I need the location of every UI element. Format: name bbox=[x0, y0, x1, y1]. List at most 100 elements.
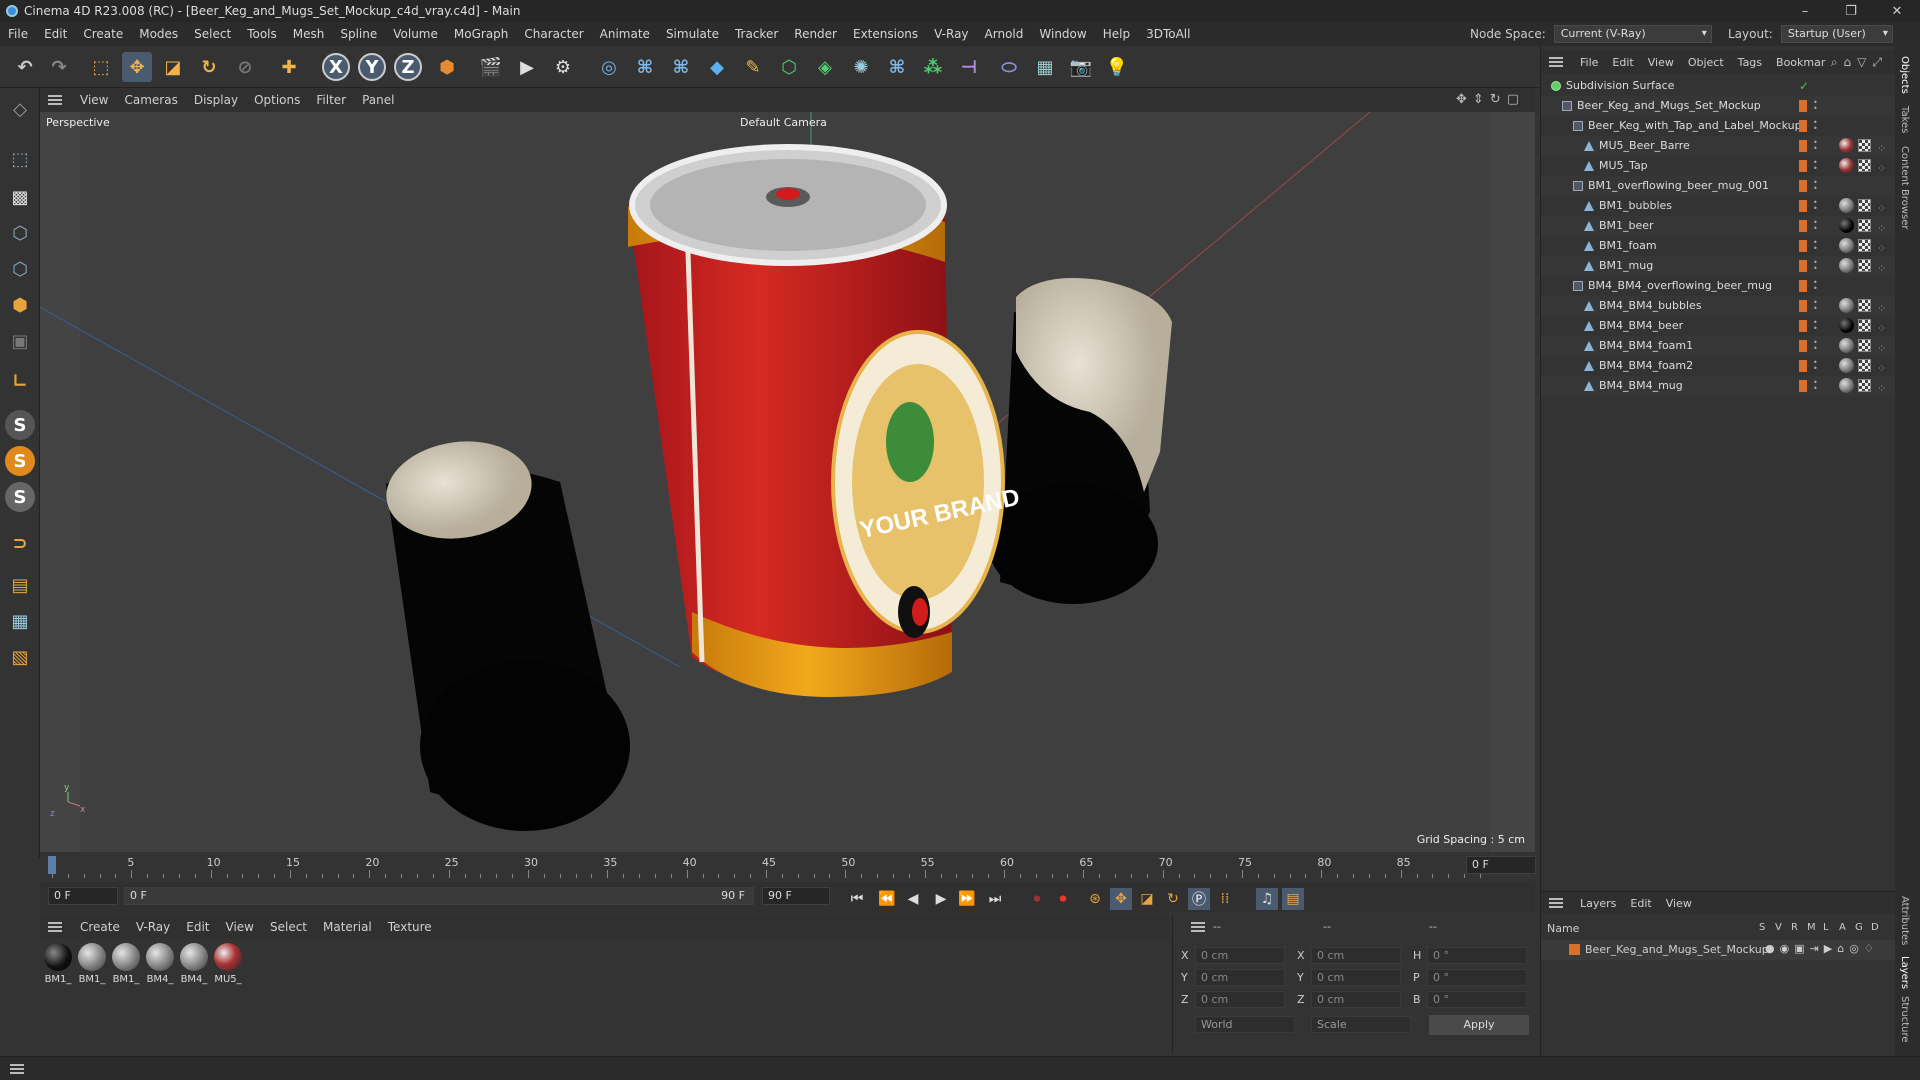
snap-s-gray-icon[interactable]: S bbox=[5, 482, 35, 512]
points-mode-icon[interactable]: ⬡ bbox=[5, 218, 35, 248]
mat-menu-texture[interactable]: Texture bbox=[380, 920, 440, 934]
coord-hamburger-icon[interactable] bbox=[1191, 922, 1205, 932]
key-parameter-icon[interactable]: Ⓟ bbox=[1188, 888, 1210, 910]
live-selection-icon[interactable]: ⬚ bbox=[86, 52, 116, 82]
layer-color-icon[interactable] bbox=[1799, 220, 1807, 232]
coordinate-tool-icon[interactable]: ✚ bbox=[274, 52, 304, 82]
object-row[interactable]: BM4_BM4_foam2 • • ⁘ bbox=[1541, 356, 1896, 376]
perspective-viewport[interactable]: YOUR BRAND y x z Perspective Default Cam… bbox=[40, 112, 1535, 852]
layer-color-icon[interactable] bbox=[1799, 320, 1807, 332]
layers-hamburger-icon[interactable] bbox=[1549, 898, 1563, 908]
mat-menu-create[interactable]: Create bbox=[72, 920, 128, 934]
tab-attributes[interactable]: Attributes bbox=[1899, 896, 1910, 945]
move-tool-icon[interactable]: ✥ bbox=[122, 52, 152, 82]
visibility-dots-icon[interactable]: • • bbox=[1813, 219, 1818, 233]
visibility-dots-icon[interactable]: • • bbox=[1813, 179, 1818, 193]
visibility-dots-icon[interactable]: • • bbox=[1813, 339, 1818, 353]
phong-tag-icon[interactable]: ⁘ bbox=[1877, 379, 1886, 399]
visibility-dots-icon[interactable]: • • bbox=[1813, 359, 1818, 373]
material-tag-icon[interactable] bbox=[1839, 298, 1854, 313]
position-z-field[interactable]: 0 cm bbox=[1195, 991, 1285, 1008]
layer-col-m[interactable]: M bbox=[1807, 922, 1816, 933]
render-picture-viewer-icon[interactable]: ▶ bbox=[512, 52, 542, 82]
objects-hamburger-icon[interactable] bbox=[1549, 57, 1563, 67]
position-y-field[interactable]: 0 cm bbox=[1195, 969, 1285, 986]
material-tag-icon[interactable] bbox=[1839, 358, 1854, 373]
menu-mograph[interactable]: MoGraph bbox=[446, 27, 517, 41]
layer-color-icon[interactable] bbox=[1799, 340, 1807, 352]
menu-spline[interactable]: Spline bbox=[332, 27, 385, 41]
object-row[interactable]: BM1_bubbles • • ⁘ bbox=[1541, 196, 1896, 216]
tab-objects[interactable]: Objects bbox=[1899, 56, 1910, 94]
menu-extensions[interactable]: Extensions bbox=[845, 27, 926, 41]
material-tag-icon[interactable] bbox=[1839, 258, 1854, 273]
python-script-icon[interactable]: ⌘ bbox=[630, 52, 660, 82]
node-space-dropdown[interactable]: Current (V-Ray) bbox=[1553, 25, 1712, 43]
uv-mode-icon[interactable]: ▣ bbox=[5, 326, 35, 356]
size-y-field[interactable]: 0 cm bbox=[1311, 969, 1401, 986]
snap-s-orange-icon[interactable]: S bbox=[5, 446, 35, 476]
visibility-dots-icon[interactable]: • • bbox=[1813, 239, 1818, 253]
uvw-tag-icon[interactable] bbox=[1858, 319, 1871, 332]
menu-mesh[interactable]: Mesh bbox=[285, 27, 333, 41]
material-tag-icon[interactable] bbox=[1839, 218, 1854, 233]
tab-content-browser[interactable]: Content Browser bbox=[1899, 146, 1910, 229]
material-tag-icon[interactable] bbox=[1839, 158, 1854, 173]
magnet-icon[interactable]: ⊃ bbox=[5, 528, 35, 558]
material-swatch[interactable]: MU5_ bbox=[212, 943, 244, 985]
python-script-2-icon[interactable]: ⌘ bbox=[666, 52, 696, 82]
visibility-dots-icon[interactable]: • • bbox=[1813, 159, 1818, 173]
tab-layers[interactable]: Layers bbox=[1899, 956, 1910, 989]
menu-volume[interactable]: Volume bbox=[385, 27, 446, 41]
object-search-icons[interactable]: ⌕⌂▽⤢ bbox=[1831, 55, 1888, 70]
viewport-nav-icons[interactable]: ✥⇕↻▢ bbox=[1456, 92, 1525, 107]
object-row[interactable]: BM4_BM4_beer • • ⁘ bbox=[1541, 316, 1896, 336]
z-axis-lock-button[interactable]: Z bbox=[394, 53, 422, 81]
obj-menu-tags[interactable]: Tags bbox=[1731, 56, 1769, 69]
scale-dropdown[interactable]: Scale bbox=[1311, 1016, 1411, 1033]
menu-3dtoall[interactable]: 3DToAll bbox=[1138, 27, 1198, 41]
menu-window[interactable]: Window bbox=[1031, 27, 1094, 41]
uvw-tag-icon[interactable] bbox=[1858, 159, 1871, 172]
material-tag-icon[interactable] bbox=[1839, 378, 1854, 393]
layer-color-icon[interactable] bbox=[1799, 260, 1807, 272]
layer-menu-edit[interactable]: Edit bbox=[1623, 897, 1658, 910]
menu-tools[interactable]: Tools bbox=[239, 27, 285, 41]
material-swatch[interactable]: BM4_ bbox=[178, 943, 210, 985]
object-row[interactable]: BM1_beer • • ⁘ bbox=[1541, 216, 1896, 236]
visibility-dots-icon[interactable]: • • bbox=[1813, 139, 1818, 153]
object-row[interactable]: Subdivision Surface ✓ bbox=[1541, 76, 1896, 96]
playhead[interactable] bbox=[48, 856, 56, 874]
minimize-button[interactable]: – bbox=[1782, 0, 1828, 22]
visibility-dots-icon[interactable]: • • bbox=[1813, 99, 1818, 113]
menu-file[interactable]: File bbox=[0, 27, 36, 41]
play-icon[interactable]: ▶ bbox=[930, 888, 952, 910]
uvw-tag-icon[interactable] bbox=[1858, 379, 1871, 392]
material-tag-icon[interactable] bbox=[1839, 338, 1854, 353]
recent-tool-icon[interactable]: ⊘ bbox=[230, 52, 260, 82]
visibility-dots-icon[interactable]: • • bbox=[1813, 259, 1818, 273]
next-frame-icon[interactable]: ⏩ bbox=[956, 888, 978, 910]
close-button[interactable]: ✕ bbox=[1874, 0, 1920, 22]
visibility-dots-icon[interactable]: • • bbox=[1813, 319, 1818, 333]
world-coordinates-icon[interactable]: ⬢ bbox=[432, 52, 462, 82]
menu-modes[interactable]: Modes bbox=[131, 27, 186, 41]
cloner-icon[interactable]: ✺ bbox=[846, 52, 876, 82]
position-x-field[interactable]: 0 cm bbox=[1195, 947, 1285, 964]
y-axis-lock-button[interactable]: Y bbox=[358, 53, 386, 81]
layer-col-a[interactable]: A bbox=[1839, 922, 1846, 933]
obj-menu-bookmarks[interactable]: Bookmar bbox=[1769, 56, 1832, 69]
grid-plane-icon[interactable]: ▤ bbox=[5, 570, 35, 600]
tab-structure[interactable]: Structure bbox=[1899, 996, 1910, 1043]
layer-col-s[interactable]: S bbox=[1759, 922, 1765, 933]
cube-icon[interactable]: ◆ bbox=[702, 52, 732, 82]
viewport-menu-filter[interactable]: Filter bbox=[308, 93, 354, 107]
checker-grid-icon[interactable]: ▦ bbox=[5, 606, 35, 636]
visibility-dots-icon[interactable]: • • bbox=[1813, 379, 1818, 393]
beer-mug-right[interactable] bbox=[988, 278, 1172, 604]
visibility-dots-icon[interactable]: • • bbox=[1813, 279, 1818, 293]
layer-color-icon[interactable] bbox=[1799, 100, 1807, 112]
menu-select[interactable]: Select bbox=[186, 27, 239, 41]
camera-icon[interactable]: 📷 bbox=[1066, 52, 1096, 82]
tab-takes[interactable]: Takes bbox=[1899, 106, 1910, 133]
